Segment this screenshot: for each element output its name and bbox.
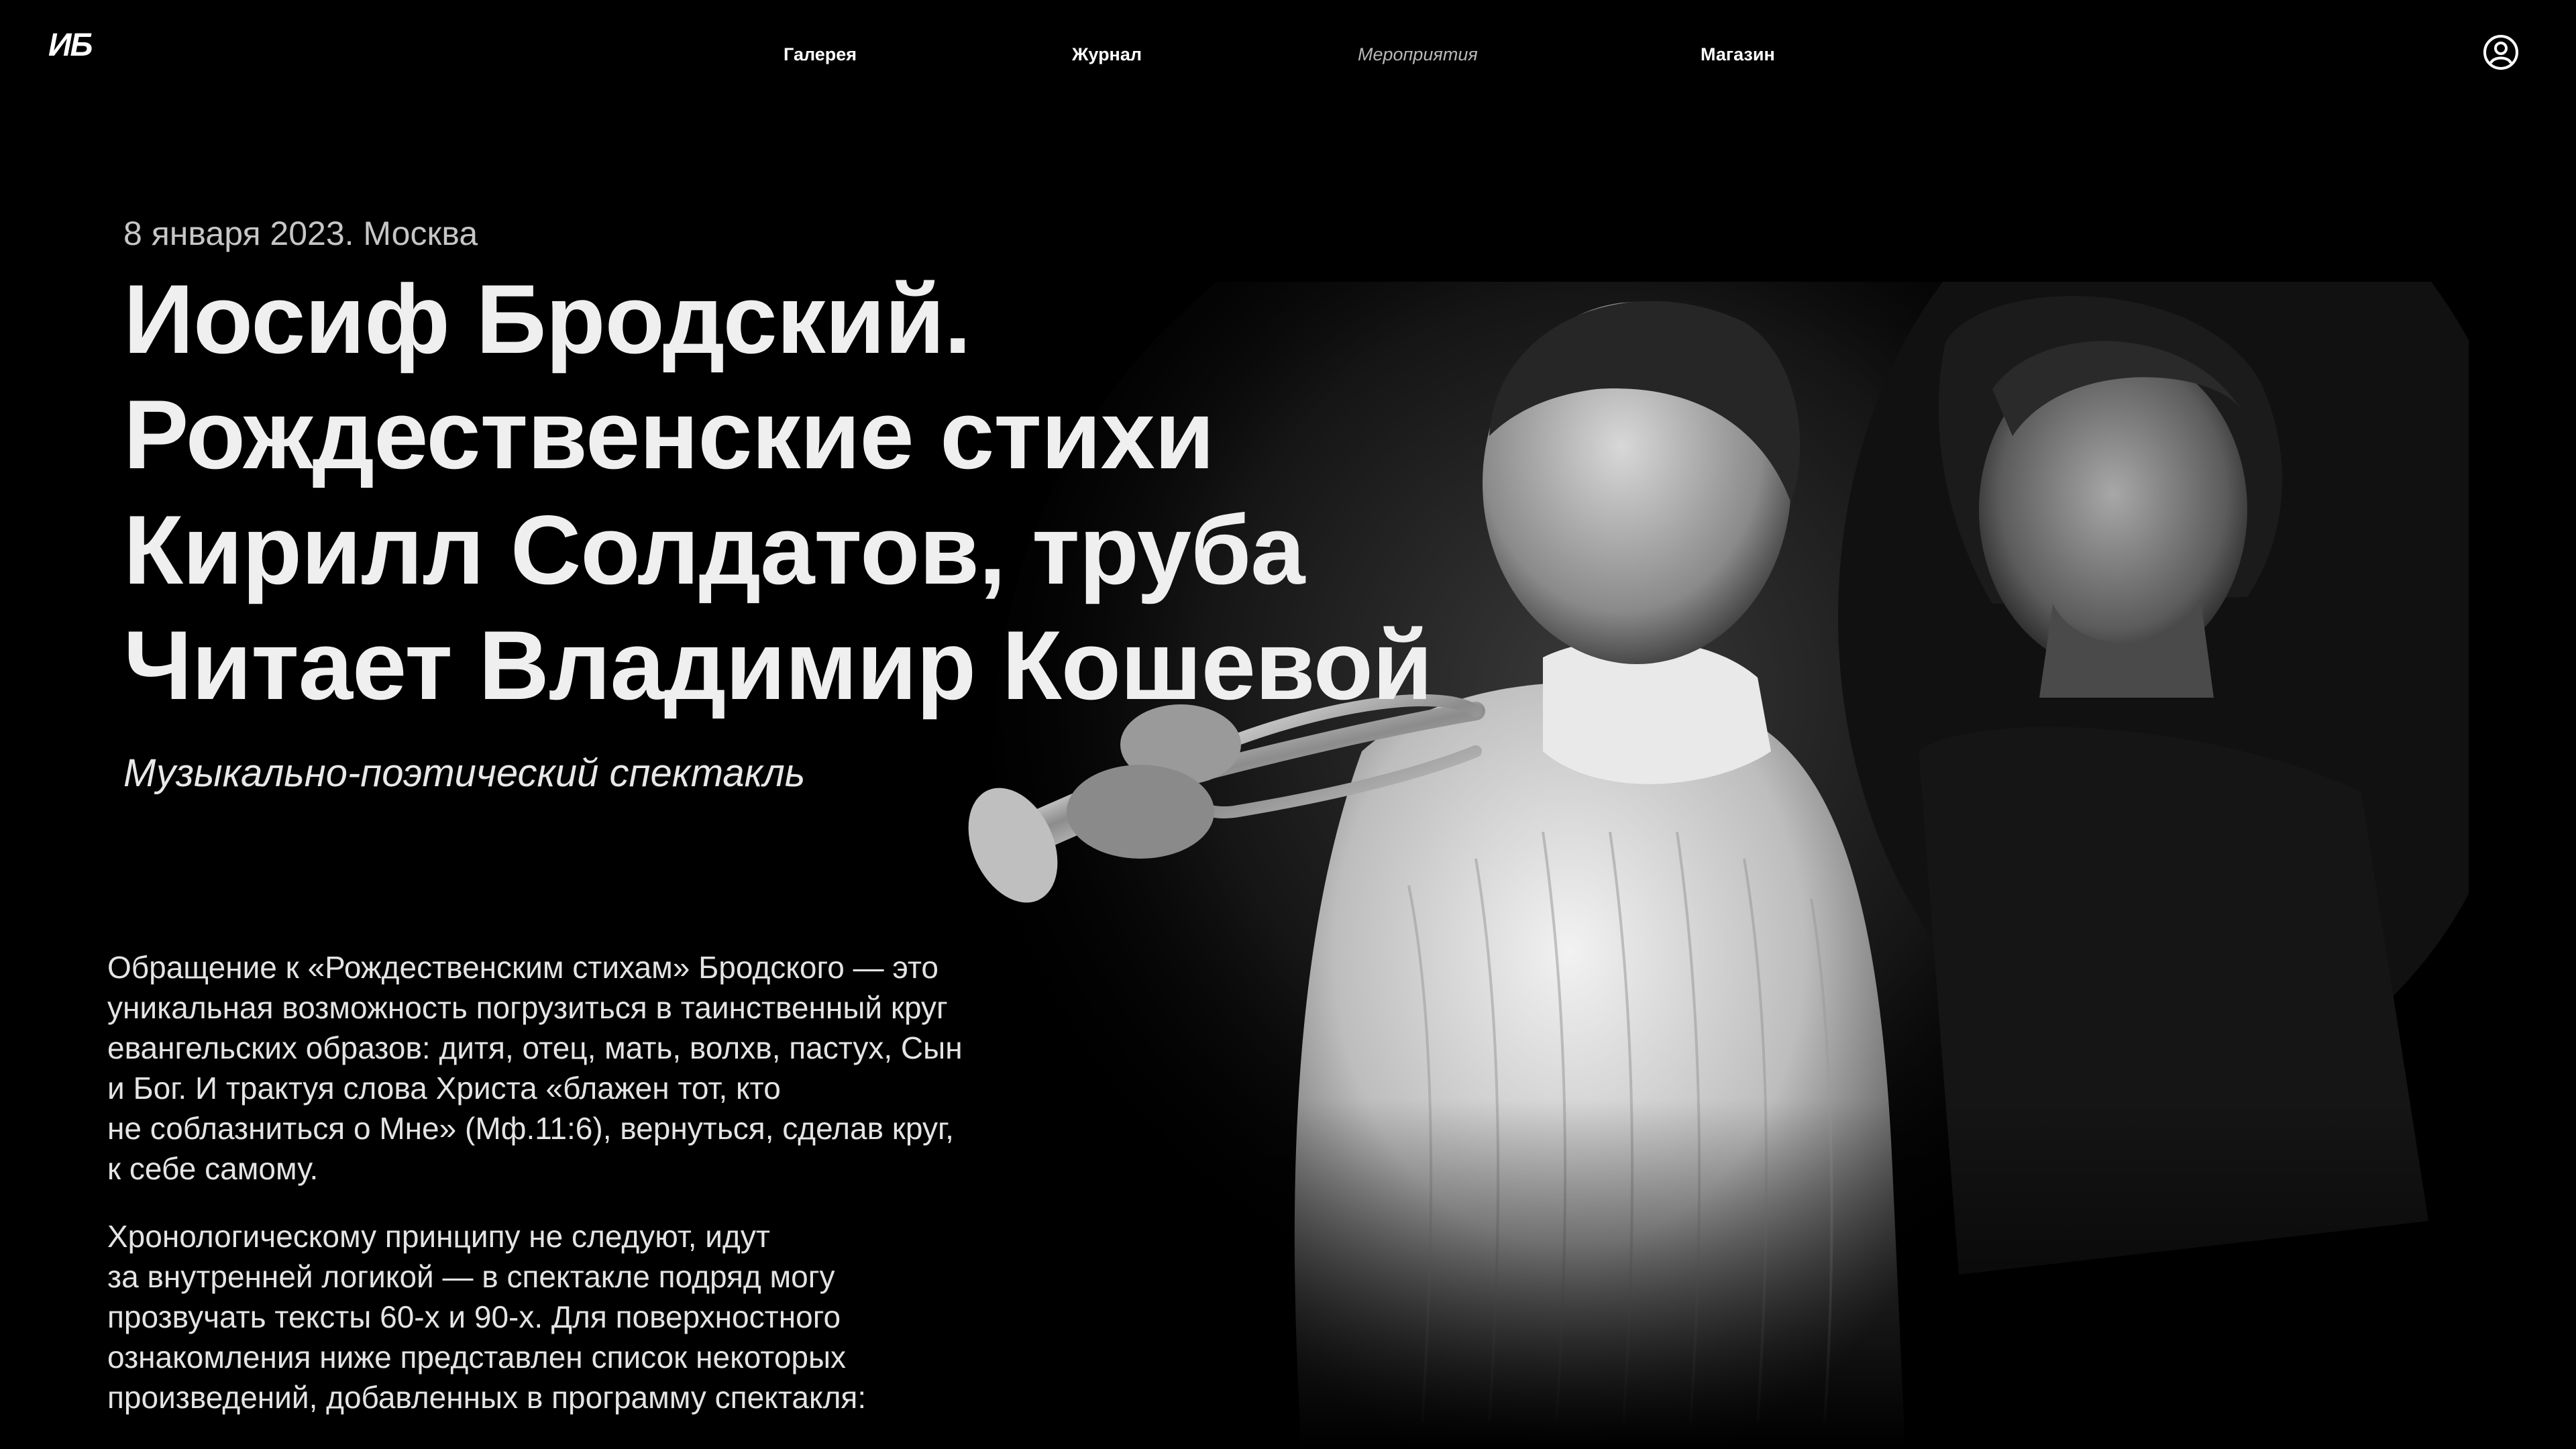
- paragraph-line: к себе самому.: [107, 1151, 319, 1186]
- title-line: Читает Владимир Кошевой: [123, 610, 1433, 720]
- paragraph-line: уникальная возможность погрузиться в таи…: [107, 990, 948, 1025]
- paragraph-line: евангельских образов: дитя, отец, мать, …: [107, 1030, 963, 1065]
- event-date-place: 8 января 2023. Москва: [123, 215, 478, 252]
- site-logo[interactable]: ИБ: [48, 30, 93, 62]
- paragraph-line: и Бог. И трактуя слова Христа «блажен то…: [107, 1071, 781, 1106]
- paragraph-line: Обращение к «Рождественским стихам» Брод…: [107, 950, 939, 985]
- nav-events[interactable]: Мероприятия: [1358, 46, 1478, 64]
- description-paragraph-2: Хронологическому принципу не следуют, ид…: [107, 1216, 1060, 1417]
- paragraph-line: прозвучать тексты 60-х и 90-х. Для повер…: [107, 1299, 841, 1334]
- paragraph-line: за внутренней логикой — в спектакле подр…: [107, 1259, 835, 1294]
- paragraph-line: ознакомления ниже представлен список нек…: [107, 1340, 847, 1375]
- nav-gallery[interactable]: Галерея: [784, 46, 857, 64]
- title-line: Иосиф Бродский.: [123, 264, 971, 374]
- description-paragraph-1: Обращение к «Рождественским стихам» Брод…: [107, 947, 1060, 1189]
- nav-journal[interactable]: Журнал: [1072, 46, 1142, 64]
- paragraph-line: Хронологическому принципу не следуют, ид…: [107, 1219, 770, 1254]
- user-account-button[interactable]: [2482, 34, 2520, 71]
- title-line: Кирилл Солдатов, труба: [123, 495, 1305, 604]
- site-header: ИБ Галерея Журнал Мероприятия Магазин: [0, 0, 2576, 114]
- paragraph-line: произведений, добавленных в программу сп…: [107, 1380, 867, 1415]
- user-circle-icon: [2483, 35, 2518, 70]
- title-line: Рождественские стихи: [123, 380, 1215, 489]
- event-subtitle: Музыкально-поэтический спектакль: [123, 751, 806, 795]
- nav-shop[interactable]: Магазин: [1701, 46, 1775, 64]
- event-title: Иосиф Бродский. Рождественские стихи Кир…: [123, 262, 1433, 723]
- paragraph-line: не соблазниться о Мне» (Мф.11:6), вернут…: [107, 1111, 954, 1146]
